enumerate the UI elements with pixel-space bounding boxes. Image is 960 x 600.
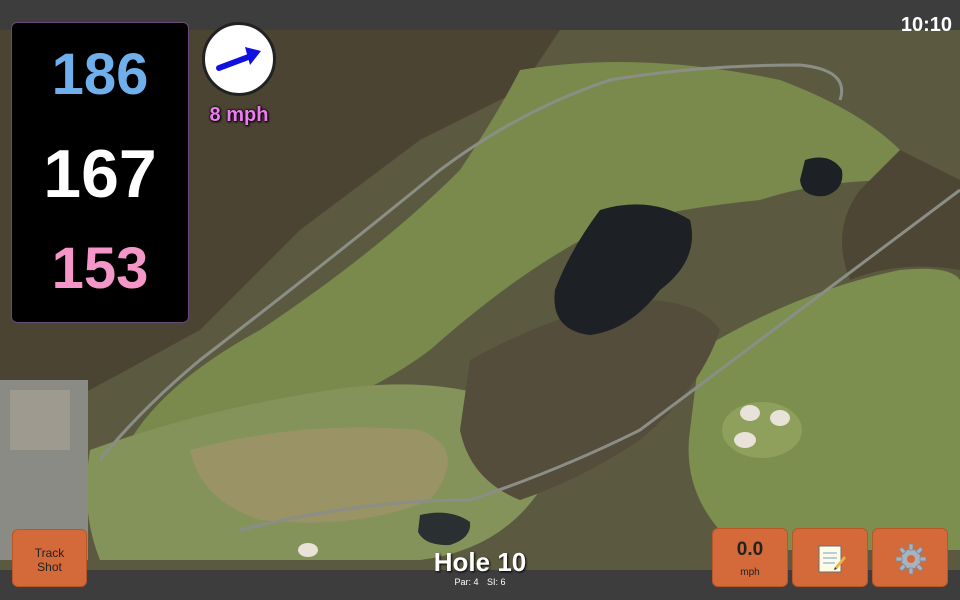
distance-middle: 167 [43, 136, 157, 212]
notepad-icon [818, 545, 846, 573]
speed-button[interactable]: 0.0 mph [712, 528, 788, 587]
distance-panel: 186 167 153 [11, 22, 189, 323]
hole-stroke-index: SI: 6 [487, 577, 506, 587]
clock: 10:10 [900, 14, 952, 36]
speed-unit: mph [740, 567, 760, 578]
notes-button[interactable] [792, 528, 868, 587]
hole-meta: Par: 4 SI: 6 [380, 577, 580, 587]
speed-value: 0.0 [736, 539, 764, 560]
wind-speed: 8 mph [209, 104, 269, 126]
hole-par: Par: 4 [454, 577, 479, 587]
hole-title: Hole 10 [433, 547, 527, 577]
gear-icon [895, 543, 927, 575]
wind-direction-dial [202, 22, 276, 96]
distance-front: 153 [51, 236, 149, 301]
track-shot-button[interactable]: Track Shot [12, 529, 87, 587]
arrow-right-icon [216, 47, 261, 71]
track-shot-label: Track Shot [34, 546, 65, 574]
settings-button[interactable] [872, 528, 948, 587]
distance-back: 186 [51, 42, 149, 107]
